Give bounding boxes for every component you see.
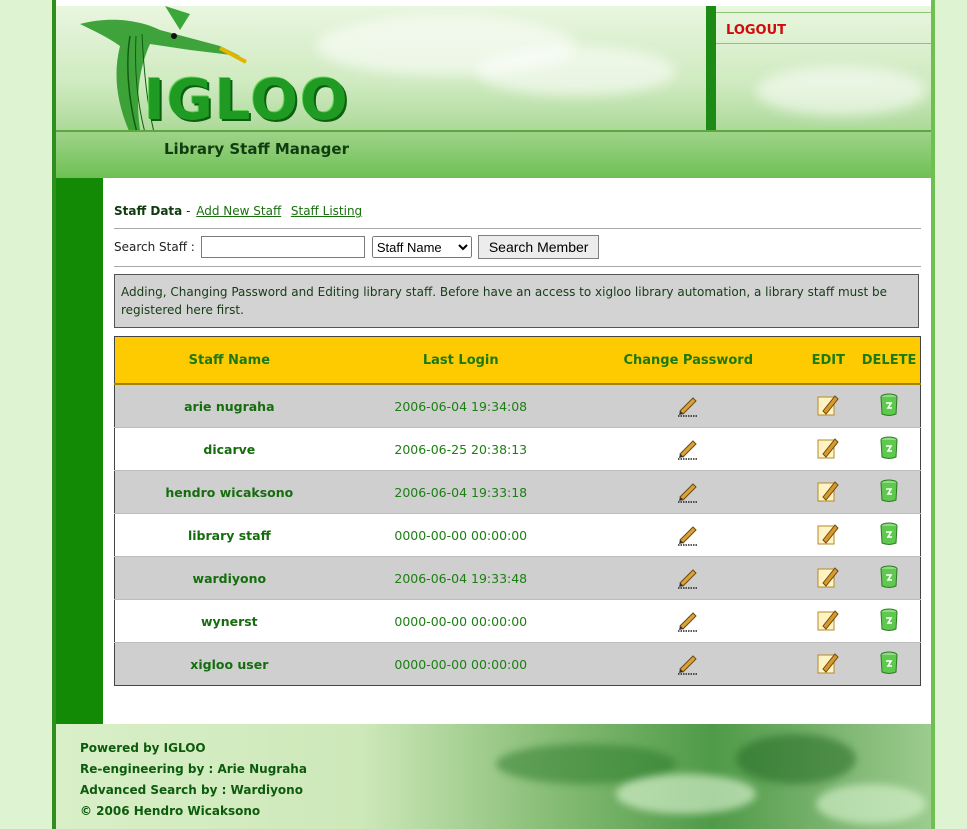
table-row: wynerst 0000-00-00 00:00:00 (114, 599, 921, 643)
table-row: library staff 0000-00-00 00:00:00 (114, 513, 921, 557)
table-row: dicarve 2006-06-25 20:38:13 (114, 427, 921, 471)
table-row: arie nugraha 2006-06-04 19:34:08 (114, 383, 921, 428)
trash-icon[interactable] (879, 393, 899, 420)
add-new-staff-link[interactable]: Add New Staff (196, 204, 281, 218)
last-login-cell: 0000-00-00 00:00:00 (343, 599, 578, 643)
search-member-button[interactable]: Search Member (477, 235, 600, 259)
search-bar: Search Staff : Staff Name Search Member (114, 235, 600, 259)
last-login-cell: 2006-06-25 20:38:13 (343, 427, 578, 471)
edit-icon[interactable] (817, 479, 840, 506)
edit-icon[interactable] (817, 522, 840, 549)
edit-icon[interactable] (817, 608, 840, 635)
edit-cell (798, 383, 859, 428)
pencil-icon[interactable] (676, 522, 700, 549)
trash-icon[interactable] (879, 608, 899, 635)
edit-cell (798, 642, 859, 686)
trash-icon[interactable] (879, 565, 899, 592)
staff-name-cell: wardiyono (114, 556, 344, 600)
footer: Powered by IGLOO Re-engineering by : Ari… (56, 724, 931, 829)
left-background (0, 0, 52, 829)
section-label: Staff Data (114, 204, 183, 218)
delete-cell (858, 513, 921, 557)
edit-cell (798, 599, 859, 643)
table-header-row: Staff Name Last Login Change Password ED… (114, 336, 921, 385)
staff-name-cell: library staff (114, 513, 344, 557)
logout-panel: LOGOUT (716, 12, 931, 131)
col-edit: EDIT (798, 336, 859, 385)
search-field-select[interactable]: Staff Name (371, 236, 472, 258)
change-password-cell (577, 556, 799, 600)
edit-icon[interactable] (817, 651, 840, 678)
edit-cell (798, 427, 859, 471)
delete-cell (858, 427, 921, 471)
last-login-cell: 0000-00-00 00:00:00 (343, 642, 578, 686)
col-delete: DELETE (858, 336, 921, 385)
delete-cell (858, 383, 921, 428)
last-login-cell: 2006-06-04 19:33:18 (343, 470, 578, 514)
footer-line: © 2006 Hendro Wicaksono (80, 804, 261, 818)
header-banner: IGLOO LOGOUT Library Staff Manager (56, 6, 931, 178)
logo-text: IGLOO (144, 68, 350, 133)
col-staff-name: Staff Name (114, 336, 344, 385)
search-label: Search Staff : (114, 240, 195, 254)
delete-cell (858, 470, 921, 514)
footer-line: Powered by IGLOO (80, 741, 206, 755)
pencil-icon[interactable] (676, 565, 700, 592)
footer-line: Re-engineering by : Arie Nugraha (80, 762, 307, 776)
staff-name-cell: xigloo user (114, 642, 344, 686)
staff-name-cell: arie nugraha (114, 383, 344, 428)
breadcrumb: Staff Data - Add New Staff Staff Listing (114, 204, 362, 218)
change-password-cell (577, 470, 799, 514)
staff-name-cell: hendro wicaksono (114, 470, 344, 514)
logout-link[interactable]: LOGOUT (726, 23, 786, 38)
staff-name-cell: dicarve (114, 427, 344, 471)
divider (114, 228, 921, 229)
delete-cell (858, 556, 921, 600)
change-password-cell (577, 599, 799, 643)
last-login-cell: 2006-06-04 19:34:08 (343, 383, 578, 428)
pencil-icon[interactable] (676, 436, 700, 463)
edit-cell (798, 470, 859, 514)
pencil-icon[interactable] (676, 479, 700, 506)
nav-separator: - (182, 204, 195, 218)
footer-credits: Powered by IGLOO Re-engineering by : Ari… (80, 738, 307, 822)
right-background (935, 0, 967, 829)
edit-icon[interactable] (817, 393, 840, 420)
table-row: hendro wicaksono 2006-06-04 19:33:18 (114, 470, 921, 514)
divider (114, 266, 921, 267)
info-box: Adding, Changing Password and Editing li… (114, 274, 919, 328)
last-login-cell: 2006-06-04 19:33:48 (343, 556, 578, 600)
header-divider (706, 6, 716, 130)
col-change-password: Change Password (577, 336, 799, 385)
left-sidebar-bar (56, 178, 103, 724)
edit-cell (798, 556, 859, 600)
last-login-cell: 0000-00-00 00:00:00 (343, 513, 578, 557)
delete-cell (858, 599, 921, 643)
change-password-cell (577, 383, 799, 428)
edit-icon[interactable] (817, 436, 840, 463)
trash-icon[interactable] (879, 651, 899, 678)
edit-cell (798, 513, 859, 557)
delete-cell (858, 642, 921, 686)
trash-icon[interactable] (879, 522, 899, 549)
page-subtitle: Library Staff Manager (164, 140, 349, 158)
trash-icon[interactable] (879, 436, 899, 463)
change-password-cell (577, 642, 799, 686)
edit-icon[interactable] (817, 565, 840, 592)
pencil-icon[interactable] (676, 608, 700, 635)
staff-name-cell: wynerst (114, 599, 344, 643)
page: IGLOO LOGOUT Library Staff Manager Staff… (0, 0, 967, 829)
change-password-cell (577, 427, 799, 471)
search-input[interactable] (200, 236, 365, 258)
change-password-cell (577, 513, 799, 557)
table-row: wardiyono 2006-06-04 19:33:48 (114, 556, 921, 600)
table-row: xigloo user 0000-00-00 00:00:00 (114, 642, 921, 686)
pencil-icon[interactable] (676, 651, 700, 678)
trash-icon[interactable] (879, 479, 899, 506)
staff-table: Staff Name Last Login Change Password ED… (114, 336, 921, 686)
staff-listing-link[interactable]: Staff Listing (291, 204, 362, 218)
pencil-icon[interactable] (676, 393, 700, 420)
footer-line: Advanced Search by : Wardiyono (80, 783, 303, 797)
col-last-login: Last Login (343, 336, 578, 385)
